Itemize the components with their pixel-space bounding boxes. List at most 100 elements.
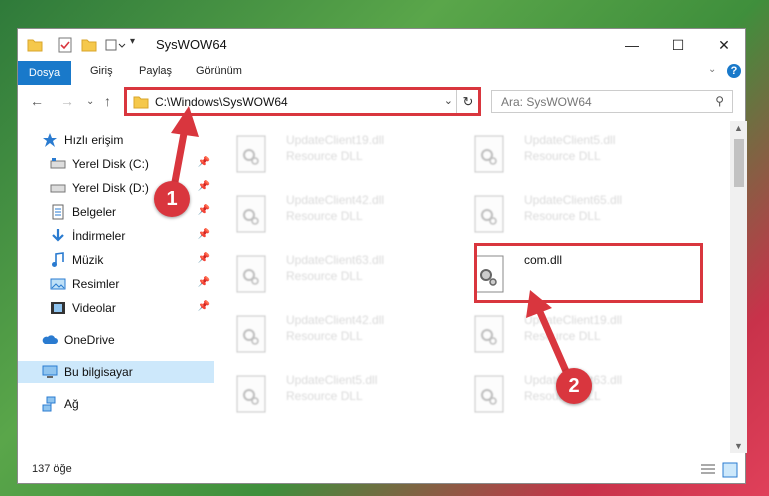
navigation-pane: Hızlı erişim Yerel Disk (C:) 📌 Yerel Dis… xyxy=(18,121,214,453)
minimize-button[interactable]: — xyxy=(609,33,655,57)
help-icon[interactable]: ? xyxy=(727,64,741,78)
file-description: Resource DLL xyxy=(524,329,601,343)
sidebar-item-quick-access[interactable]: Hızlı erişim xyxy=(18,129,214,151)
maximize-button[interactable]: ☐ xyxy=(655,33,701,57)
file-name: UpdateClient65.dll xyxy=(524,193,623,207)
large-icons-view-icon[interactable] xyxy=(722,462,738,478)
search-placeholder: Ara: SysWOW64 xyxy=(501,95,592,109)
file-item[interactable]: UpdateClient5.dll Resource DLL xyxy=(452,127,672,177)
window-title: SysWOW64 xyxy=(156,37,227,52)
file-name: UpdateClient63.dll xyxy=(286,253,385,267)
pin-icon[interactable]: 📌 xyxy=(198,229,210,240)
dll-file-icon xyxy=(236,315,266,353)
up-button[interactable]: ↑ xyxy=(104,93,111,109)
scroll-up-icon[interactable]: ▲ xyxy=(734,123,743,133)
highlight-box-file xyxy=(474,243,703,303)
drive-icon xyxy=(50,184,66,193)
file-name: UpdateClient19.dll xyxy=(286,133,385,147)
file-item[interactable]: UpdateClient42.dll Resource DLL xyxy=(214,307,434,357)
close-button[interactable]: ✕ xyxy=(701,33,747,57)
pin-icon[interactable]: 📌 xyxy=(198,157,210,168)
search-icon: ⚲ xyxy=(715,94,724,108)
sidebar-item-onedrive[interactable]: OneDrive xyxy=(18,329,214,351)
sidebar-item-pictures[interactable]: Resimler 📌 xyxy=(18,273,214,295)
title-bar: ▾ SysWOW64 — ☐ ✕ xyxy=(18,29,745,61)
new-folder-icon[interactable] xyxy=(80,36,98,54)
sidebar-item-videos[interactable]: Videolar 📌 xyxy=(18,297,214,319)
sidebar-item-label: Yerel Disk (C:) xyxy=(72,157,149,171)
sidebar-item-label: Hızlı erişim xyxy=(64,133,124,147)
recent-locations-icon[interactable]: ⌄ xyxy=(86,96,94,107)
customize-toolbar-icon[interactable] xyxy=(104,36,126,54)
file-description: Resource DLL xyxy=(286,209,363,223)
sidebar-item-label: Müzik xyxy=(72,253,104,267)
file-description: Resource DLL xyxy=(286,389,363,403)
sidebar-item-label: Yerel Disk (D:) xyxy=(72,181,149,195)
sidebar-item-label: İndirmeler xyxy=(72,229,126,243)
pin-icon[interactable]: 📌 xyxy=(198,205,210,216)
music-icon xyxy=(52,252,64,267)
tab-gorunum[interactable]: Görünüm xyxy=(196,65,242,77)
sidebar-item-label: Ağ xyxy=(64,397,79,411)
tab-giris[interactable]: Giriş xyxy=(90,65,113,77)
item-count: 137 öğe xyxy=(32,463,72,475)
sidebar-item-music[interactable]: Müzik 📌 xyxy=(18,249,214,271)
sidebar-item-label: Bu bilgisayar xyxy=(64,365,133,379)
sidebar-item-downloads[interactable]: İndirmeler 📌 xyxy=(18,225,214,247)
file-description: Resource DLL xyxy=(524,209,601,223)
dll-file-icon xyxy=(236,375,266,413)
pictures-icon xyxy=(50,278,66,290)
tab-paylas[interactable]: Paylaş xyxy=(139,65,172,77)
sidebar-item-label: Resimler xyxy=(72,277,120,291)
dll-file-icon xyxy=(474,135,504,173)
folder-icon[interactable] xyxy=(26,36,44,54)
file-item[interactable]: UpdateClient5.dll Resource DLL xyxy=(214,367,434,417)
step-2-badge: 2 xyxy=(556,368,592,404)
file-name: UpdateClient42.dll xyxy=(286,193,385,207)
computer-icon xyxy=(42,365,58,378)
dll-file-icon xyxy=(236,255,266,293)
sidebar-item-label: Videolar xyxy=(72,301,116,315)
dll-file-icon xyxy=(474,195,504,233)
pin-icon[interactable]: 📌 xyxy=(198,181,210,192)
sidebar-item-network[interactable]: Ağ xyxy=(18,393,214,415)
details-view-icon[interactable] xyxy=(700,463,716,477)
document-icon xyxy=(52,204,64,220)
forward-button[interactable]: → xyxy=(60,93,74,109)
step-1-badge: 1 xyxy=(154,181,190,217)
file-item[interactable]: UpdateClient19.dll Resource DLL xyxy=(214,127,434,177)
back-button[interactable]: ← xyxy=(30,93,44,109)
file-item[interactable]: UpdateClient42.dll Resource DLL xyxy=(214,187,434,237)
dll-file-icon xyxy=(474,375,504,413)
file-description: Resource DLL xyxy=(286,329,363,343)
sidebar-item-label: OneDrive xyxy=(64,333,115,347)
sidebar-item-this-pc[interactable]: Bu bilgisayar xyxy=(18,361,214,383)
file-item[interactable]: UpdateClient65.dll Resource DLL xyxy=(452,187,672,237)
pin-icon[interactable]: 📌 xyxy=(198,253,210,264)
star-icon xyxy=(43,133,57,147)
quick-access-dropdown-icon[interactable]: ▾ xyxy=(130,36,148,54)
ribbon-tabs: Dosya Giriş Paylaş Görünüm ⌄ ? xyxy=(18,61,745,85)
tab-dosya[interactable]: Dosya xyxy=(18,61,71,85)
expand-ribbon-icon[interactable]: ⌄ xyxy=(708,64,716,75)
pin-icon[interactable]: 📌 xyxy=(198,277,210,288)
explorer-window: ▾ SysWOW64 — ☐ ✕ Dosya Giriş Paylaş Görü… xyxy=(17,28,747,484)
pin-icon[interactable]: 📌 xyxy=(198,301,210,312)
video-icon xyxy=(51,302,65,314)
sidebar-item-local-disk-c[interactable]: Yerel Disk (C:) 📌 xyxy=(18,153,214,175)
dll-file-icon xyxy=(236,195,266,233)
file-item[interactable]: UpdateClient19.dll Resource DLL xyxy=(452,307,672,357)
file-description: Resource DLL xyxy=(286,269,363,283)
file-description: Resource DLL xyxy=(286,149,363,163)
file-name: UpdateClient19.dll xyxy=(524,313,623,327)
navigation-bar: ← → ⌄ ↑ C:\Windows\SysWOW64 ⌄ ↻ Ara: Sys… xyxy=(18,87,745,117)
properties-icon[interactable] xyxy=(56,36,74,54)
search-box[interactable]: Ara: SysWOW64 ⚲ xyxy=(491,90,733,113)
file-item[interactable]: UpdateClient63.dll Resource DLL xyxy=(214,247,434,297)
file-name: UpdateClient42.dll xyxy=(286,313,385,327)
scroll-down-icon[interactable]: ▼ xyxy=(734,441,743,451)
vertical-scrollbar[interactable]: ▲ ▼ xyxy=(730,121,747,453)
file-name: UpdateClient5.dll xyxy=(524,133,616,147)
cloud-icon xyxy=(42,335,58,344)
scrollbar-thumb[interactable] xyxy=(734,139,744,187)
